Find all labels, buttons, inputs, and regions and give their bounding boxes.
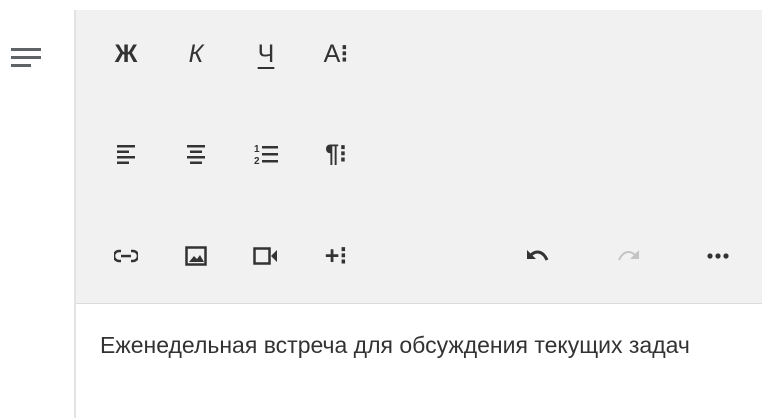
align-left-button[interactable]: [104, 132, 148, 176]
align-left-icon: [117, 145, 135, 164]
numbered-list-icon: 1 2: [254, 144, 278, 166]
font-menu-label: А: [323, 39, 341, 68]
svg-text:2: 2: [254, 156, 260, 166]
paragraph-format-menu-button[interactable]: ¶⁝: [314, 132, 358, 176]
formatting-toolbar: Ж К Ч А⁝ 1 2 ¶⁝ +⁝: [76, 10, 762, 304]
svg-text:1: 1: [254, 144, 260, 155]
insert-image-button[interactable]: [174, 234, 218, 278]
numbered-list-button[interactable]: 1 2: [244, 132, 288, 176]
insert-more-button[interactable]: +⁝: [314, 234, 358, 278]
subject-lines-icon: [8, 44, 44, 72]
insert-link-button[interactable]: [104, 234, 148, 278]
insert-more-icon: +⁝: [324, 241, 348, 270]
description-text[interactable]: Еженедельная встреча для обсуждения теку…: [100, 328, 740, 362]
undo-icon: [527, 250, 549, 261]
italic-icon: К: [188, 39, 204, 68]
italic-button[interactable]: К: [174, 32, 218, 76]
redo-icon: [618, 250, 639, 261]
align-center-button[interactable]: [174, 132, 218, 176]
bold-icon: Ж: [114, 39, 138, 68]
bold-button[interactable]: Ж: [104, 32, 148, 76]
link-icon: [114, 249, 138, 263]
redo-button[interactable]: [606, 234, 650, 278]
align-center-icon: [187, 145, 205, 164]
image-icon: [185, 246, 207, 266]
undo-button[interactable]: [516, 234, 560, 278]
underline-button[interactable]: Ч: [244, 32, 288, 76]
more-horizontal-icon: [707, 253, 729, 259]
description-editor: Ж К Ч А⁝ 1 2 ¶⁝ +⁝ Еженедельная встреча …: [74, 10, 762, 418]
paragraph-more-icon: ¶⁝: [325, 139, 347, 168]
underline-icon: Ч: [257, 39, 275, 68]
more-options-button[interactable]: [696, 234, 740, 278]
font-format-menu-button[interactable]: А⁝: [314, 32, 358, 76]
paragraph-menu-label: ¶: [325, 139, 339, 168]
video-icon: [253, 247, 277, 265]
text-format-more-icon: А⁝: [323, 39, 349, 68]
insert-video-button[interactable]: [244, 234, 288, 278]
